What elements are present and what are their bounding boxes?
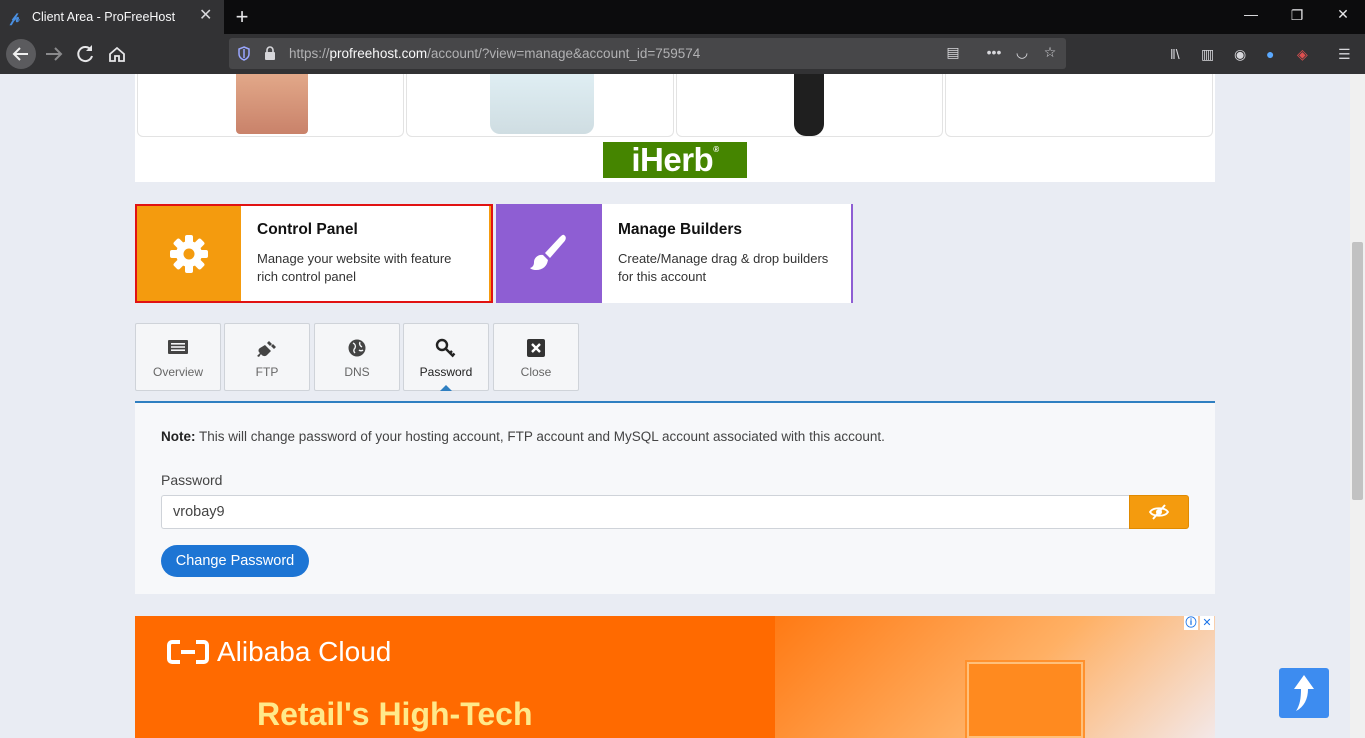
reload-icon [77, 45, 93, 63]
ad-choices[interactable]: ⓘ ✕ [1184, 616, 1214, 630]
active-tab-indicator [440, 385, 452, 391]
scroll-to-top-button[interactable] [1279, 668, 1329, 718]
tracking-shield-icon[interactable] [237, 46, 251, 61]
library-icon[interactable]: ‖\ [1170, 46, 1180, 62]
product-tile[interactable] [406, 74, 674, 137]
browser-tab-title: Client Area - ProFreeHost [32, 10, 176, 24]
manage-builders-title: Manage Builders [618, 221, 743, 238]
close-box-icon [494, 338, 578, 358]
ad-info-icon[interactable]: ⓘ [1184, 616, 1198, 630]
product-image [794, 74, 824, 136]
extension-icon[interactable]: ● [1266, 46, 1274, 62]
url-path: /account/?view=manage&account_id=759574 [427, 46, 701, 61]
key-icon [404, 338, 488, 358]
tab-overview[interactable]: Overview [135, 323, 221, 391]
ad-headline: Retail's High-Tech [257, 696, 533, 732]
ad-illustration-box [965, 660, 1085, 738]
bookmark-star-icon[interactable]: ☆ [1040, 44, 1060, 61]
extension-2-icon[interactable]: ◈ [1297, 46, 1308, 63]
note-text: This will change password of your hostin… [195, 429, 885, 444]
password-panel: Note: This will change password of your … [135, 401, 1215, 594]
minimize-window-icon[interactable]: — [1241, 6, 1261, 22]
iherb-logo-text: iHerb [631, 141, 714, 178]
password-input[interactable]: vrobay9 [161, 495, 1130, 529]
ad-close-icon[interactable]: ✕ [1200, 616, 1214, 630]
url-prefix: https:// [289, 46, 330, 61]
tab-ftp[interactable]: FTP [224, 323, 310, 391]
top-advertisement[interactable]: iHerb® [135, 74, 1215, 182]
browser-tab[interactable]: 𝓅 Client Area - ProFreeHost ✕ [0, 0, 224, 34]
control-panel-description: Manage your website with feature rich co… [257, 251, 452, 284]
product-image [490, 74, 594, 134]
gear-icon [170, 234, 208, 273]
close-window-icon[interactable]: ✕ [1333, 6, 1353, 23]
home-button[interactable] [103, 40, 131, 68]
address-bar[interactable]: https://profreehost.com/account/?view=ma… [229, 38, 1066, 69]
iherb-trademark: ® [713, 145, 719, 154]
change-password-button[interactable]: Change Password [161, 545, 309, 577]
note-label: Note: [161, 429, 196, 444]
pocket-icon[interactable]: ◡ [1012, 44, 1032, 61]
page-scrollbar[interactable] [1350, 74, 1365, 738]
control-panel-card[interactable]: Control Panel Manage your website with f… [135, 204, 493, 303]
tab-ftp-label: FTP [255, 365, 279, 379]
manage-builders-description: Create/Manage drag & drop builders for t… [618, 251, 829, 284]
close-tab-icon[interactable]: ✕ [199, 8, 212, 24]
arrow-right-icon [46, 47, 63, 61]
tab-close-label: Close [520, 365, 552, 379]
url-text[interactable]: https://profreehost.com/account/?view=ma… [289, 46, 700, 61]
reader-view-icon[interactable]: ▤ [943, 44, 963, 61]
paintbrush-icon [530, 234, 566, 270]
sidebar-icon[interactable]: ▥ [1201, 46, 1214, 63]
tab-dns-label: DNS [344, 365, 370, 379]
url-domain: profreehost.com [329, 46, 428, 61]
product-tile[interactable] [137, 74, 404, 137]
new-tab-button[interactable]: + [230, 4, 254, 30]
lock-icon[interactable] [263, 46, 277, 61]
control-panel-title: Control Panel [257, 221, 358, 238]
reload-button[interactable] [72, 40, 100, 68]
product-image [236, 74, 308, 134]
bottom-advertisement[interactable]: Alibaba Cloud Retail's High-Tech [135, 616, 1215, 738]
control-panel-icon-box [137, 206, 241, 301]
toggle-password-visibility-button[interactable] [1129, 495, 1189, 529]
restore-window-icon[interactable]: ❐ [1287, 7, 1307, 24]
plug-icon [225, 338, 309, 358]
list-icon [136, 338, 220, 358]
page-actions-icon[interactable]: ••• [984, 44, 1004, 60]
tab-close[interactable]: Close [493, 323, 579, 391]
home-icon [109, 46, 125, 62]
account-icon[interactable]: ◉ [1234, 46, 1246, 63]
card-accent-border [489, 206, 491, 301]
tab-dns[interactable]: DNS [314, 323, 400, 391]
alibaba-cloud-logo-icon [167, 640, 209, 664]
manage-builders-card[interactable]: Manage Builders Create/Manage drag & dro… [496, 204, 853, 303]
site-favicon-icon: 𝓅 [10, 9, 20, 25]
manage-builders-icon-box [496, 204, 602, 303]
product-tile[interactable] [945, 74, 1213, 137]
forward-button[interactable] [40, 40, 68, 68]
eye-slash-icon [1149, 504, 1169, 520]
globe-icon [315, 338, 399, 358]
back-button[interactable] [6, 39, 36, 69]
arrow-left-icon [12, 47, 28, 61]
browser-nav-bar: https://profreehost.com/account/?view=ma… [0, 34, 1365, 74]
password-field-label: Password [161, 472, 223, 488]
password-note: Note: This will change password of your … [161, 429, 885, 444]
alibaba-cloud-logo: Alibaba Cloud [167, 636, 391, 668]
alibaba-cloud-brand-text: Alibaba Cloud [217, 636, 392, 667]
tab-password-label: Password [419, 365, 473, 379]
tab-overview-label: Overview [152, 365, 203, 379]
iherb-logo[interactable]: iHerb® [603, 142, 747, 178]
arrow-up-icon [1294, 675, 1314, 711]
scrollbar-thumb[interactable] [1352, 242, 1363, 500]
browser-tab-bar: 𝓅 Client Area - ProFreeHost ✕ + — ❐ ✕ [0, 0, 1365, 34]
product-tile[interactable] [676, 74, 943, 137]
tab-password[interactable]: Password [403, 323, 489, 391]
menu-icon[interactable]: ☰ [1338, 46, 1351, 63]
